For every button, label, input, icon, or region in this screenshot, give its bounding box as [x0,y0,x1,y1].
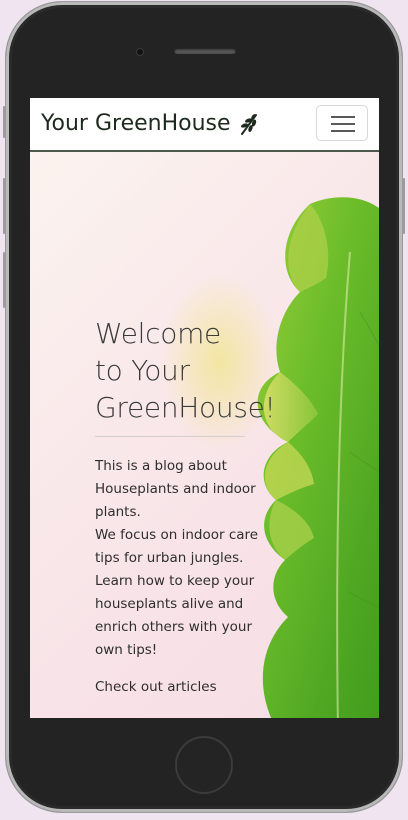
hero-description: This is a blog about Houseplants and ind… [95,455,275,662]
phone-volume-down-button [3,252,6,308]
hero-description-line: This is a blog about Houseplants and ind… [95,458,256,520]
hero-description-line: We focus on indoor care tips for urban j… [95,527,259,566]
hero-title-line: Welcome [95,317,221,350]
navbar-toggle-button[interactable] [316,105,368,141]
hero-title-line: to Your [95,354,190,387]
hero-content: Welcome to Your GreenHouse! This is a bl… [95,315,276,699]
brand-name: Your GreenHouse [41,111,231,136]
brand-link[interactable]: Your GreenHouse [41,111,261,136]
check-out-articles-link[interactable]: Check out articles [95,676,275,699]
hamburger-menu-icon [331,116,355,118]
phone-screen: Your GreenHouse Welcome to Your GreenHou… [30,98,379,718]
hamburger-line [331,123,355,125]
home-button[interactable] [175,736,233,794]
hero-title-line: GreenHouse! [95,391,276,424]
hero-section: Welcome to Your GreenHouse! This is a bl… [30,152,379,718]
phone-silent-switch [3,106,6,138]
hero-title: Welcome to Your GreenHouse! [95,315,276,426]
hamburger-line [331,130,355,132]
front-camera [137,49,143,55]
leaf-icon [240,113,257,135]
phone-volume-up-button [3,178,6,234]
phone-power-button [402,178,405,234]
hero-description-line: Learn how to keep your houseplants alive… [95,573,255,658]
navbar: Your GreenHouse [30,98,379,152]
earpiece-speaker [174,48,236,54]
hero-divider [95,436,245,437]
